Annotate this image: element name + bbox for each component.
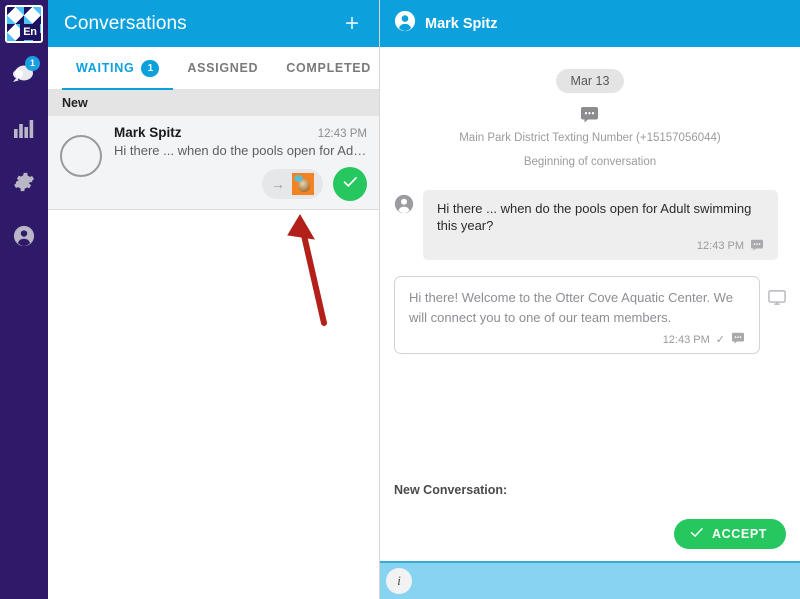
desktop-monitor-icon — [768, 290, 786, 312]
sidebar-item-account[interactable] — [0, 213, 48, 259]
conversation-tabs: WAITING 1 ASSIGNED COMPLETED — [48, 47, 379, 90]
tab-completed-label: COMPLETED — [286, 61, 372, 75]
message-meta: 12:43 PM — [437, 239, 764, 254]
sidebar-item-conversations[interactable]: 1 — [0, 51, 48, 97]
page-title: Conversations — [64, 12, 187, 34]
app-root: En 1 Conversations + WAITING 1 ASSIGNED … — [0, 0, 800, 599]
message-row-outbound: Hi there! Welcome to the Otter Cove Aqua… — [394, 275, 786, 355]
check-icon — [343, 175, 358, 193]
message-bubble-outbound: Hi there! Welcome to the Otter Cove Aqua… — [394, 275, 760, 355]
date-separator: Mar 13 — [555, 69, 625, 93]
list-group-header: New — [48, 90, 379, 116]
info-button[interactable]: i — [386, 568, 412, 594]
chat-panel: Mark Spitz Mar 13 Main Park District Tex… — [380, 0, 800, 599]
sms-bubble-icon — [459, 106, 721, 123]
tab-assigned-label: ASSIGNED — [187, 61, 259, 75]
chat-contact-name: Mark Spitz — [425, 15, 498, 32]
new-conversation-section: New Conversation: — [380, 469, 800, 497]
arrow-right-icon: → — [271, 176, 285, 192]
conversation-list-panel: Conversations + WAITING 1 ASSIGNED COMPL… — [48, 0, 380, 599]
list-item-name: Mark Spitz — [114, 125, 182, 140]
tab-waiting-badge: 1 — [141, 59, 160, 77]
gear-icon — [13, 171, 35, 193]
check-icon — [690, 527, 704, 541]
sidebar-item-analytics[interactable] — [0, 105, 48, 151]
new-conversation-button[interactable]: + — [339, 11, 365, 37]
message-text: Hi there! Welcome to the Otter Cove Aqua… — [409, 289, 733, 326]
list-item-actions: → — [114, 167, 367, 201]
logo-text: En — [20, 24, 40, 40]
tab-completed[interactable]: COMPLETED — [272, 47, 385, 89]
system-beginning-label: Beginning of conversation — [523, 156, 657, 169]
accept-button[interactable]: ACCEPT — [674, 519, 786, 549]
user-circle-icon — [394, 194, 414, 219]
delivered-check-icon: ✓ — [715, 334, 725, 347]
app-logo: En — [5, 5, 43, 43]
sms-bubble-icon — [731, 332, 745, 347]
message-time: 12:43 PM — [696, 240, 744, 253]
bar-chart-icon — [13, 118, 35, 138]
message-meta: 12:43 PM ✓ — [409, 332, 745, 347]
accept-action-row: ACCEPT — [380, 497, 800, 561]
message-time: 12:43 PM — [662, 333, 710, 346]
tab-waiting[interactable]: WAITING 1 — [62, 47, 174, 90]
chat-message-scroll[interactable]: Mar 13 Main Park District Texting Number… — [380, 47, 800, 469]
system-texting-number: Main Park District Texting Number (+1515… — [459, 132, 721, 144]
tab-waiting-label: WAITING — [76, 61, 135, 75]
user-circle-icon — [13, 225, 35, 247]
composer-bottom-bar: i — [380, 561, 800, 599]
avatar — [60, 135, 102, 177]
list-item[interactable]: Mark Spitz 12:43 PM Hi there ... when do… — [48, 116, 379, 210]
agent-avatar-thumbnail — [292, 173, 314, 195]
list-item-top-row: Mark Spitz 12:43 PM — [114, 125, 367, 140]
assign-to-agent-button[interactable]: → — [262, 169, 323, 199]
conversation-start-block: Main Park District Texting Number (+1515… — [459, 106, 721, 172]
list-item-snippet: Hi there ... when do the pools open for … — [114, 143, 367, 158]
new-conversation-label: New Conversation: — [394, 483, 508, 497]
conversation-list-header: Conversations + — [48, 0, 379, 47]
list-item-time: 12:43 PM — [317, 128, 367, 140]
accept-button-label: ACCEPT — [712, 527, 767, 541]
accept-conversation-button[interactable] — [333, 167, 367, 201]
message-text: Hi there ... when do the pools open for … — [437, 200, 752, 234]
list-item-body: Mark Spitz 12:43 PM Hi there ... when do… — [114, 125, 367, 201]
conversations-badge: 1 — [25, 56, 40, 71]
sms-bubble-icon — [750, 239, 764, 254]
sidebar-item-settings[interactable] — [0, 159, 48, 205]
left-nav-rail: En 1 — [0, 0, 48, 599]
message-row-inbound: Hi there ... when do the pools open for … — [394, 189, 786, 260]
message-bubble-inbound: Hi there ... when do the pools open for … — [423, 189, 778, 260]
contact-avatar-icon — [394, 10, 416, 37]
tab-assigned[interactable]: ASSIGNED — [173, 47, 272, 89]
chat-header: Mark Spitz — [380, 0, 800, 47]
list-empty-area — [48, 210, 379, 599]
